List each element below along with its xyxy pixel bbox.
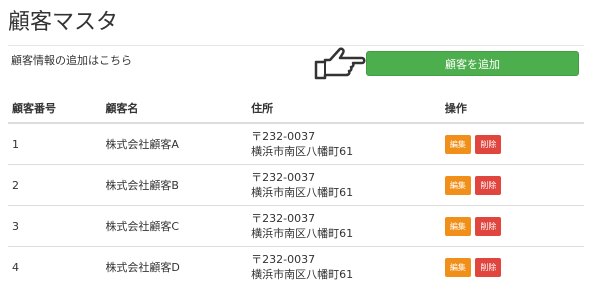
postal-code: 〒232-0037 bbox=[251, 171, 316, 184]
delete-button[interactable]: 削除 bbox=[475, 134, 502, 154]
table-row: 4 株式会社顧客D 〒232-0037 横浜市南区八幡町61 編集 削除 bbox=[8, 246, 584, 287]
table-row: 1 株式会社顧客A 〒232-0037 横浜市南区八幡町61 編集 削除 bbox=[8, 122, 584, 165]
customer-table: 顧客番号 顧客名 住所 操作 1 株式会社顧客A 〒232-0037 横浜市南区… bbox=[8, 94, 584, 287]
row-actions: 編集 削除 bbox=[440, 205, 584, 247]
customer-id: 2 bbox=[8, 164, 102, 206]
customer-id: 1 bbox=[8, 122, 102, 165]
column-header-name: 顧客名 bbox=[101, 94, 248, 124]
row-actions: 編集 削除 bbox=[440, 122, 584, 165]
customer-id: 3 bbox=[8, 205, 102, 247]
add-customer-prompt: 顧客情報の追加はこちら bbox=[11, 54, 132, 67]
page-title: 顧客マスタ bbox=[8, 10, 119, 35]
row-actions: 編集 削除 bbox=[440, 246, 584, 287]
postal-code: 〒232-0037 bbox=[251, 130, 316, 143]
edit-button[interactable]: 編集 bbox=[444, 257, 471, 277]
table-row: 2 株式会社顧客B 〒232-0037 横浜市南区八幡町61 編集 削除 bbox=[8, 164, 584, 206]
table-row: 3 株式会社顧客C 〒232-0037 横浜市南区八幡町61 編集 削除 bbox=[8, 205, 584, 247]
customer-name: 株式会社顧客D bbox=[101, 246, 248, 287]
column-header-id: 顧客番号 bbox=[8, 94, 102, 124]
delete-button[interactable]: 削除 bbox=[475, 175, 502, 195]
postal-code: 〒232-0037 bbox=[251, 212, 316, 225]
pointing-hand-icon bbox=[314, 47, 366, 80]
column-header-actions: 操作 bbox=[440, 94, 584, 124]
customer-name: 株式会社顧客C bbox=[101, 205, 248, 247]
customer-id: 4 bbox=[8, 246, 102, 287]
title-divider bbox=[8, 45, 584, 46]
customer-address: 〒232-0037 横浜市南区八幡町61 bbox=[247, 246, 441, 287]
table-header-row: 顧客番号 顧客名 住所 操作 bbox=[8, 94, 584, 124]
customer-address: 〒232-0037 横浜市南区八幡町61 bbox=[247, 164, 441, 206]
customer-master-page: 顧客マスタ 顧客情報の追加はこちら 顧客を追加 顧客番号 顧客名 住所 操作 1… bbox=[0, 0, 600, 300]
customer-address: 〒232-0037 横浜市南区八幡町61 bbox=[247, 205, 441, 247]
column-header-address: 住所 bbox=[247, 94, 441, 124]
edit-button[interactable]: 編集 bbox=[444, 216, 471, 236]
postal-code: 〒232-0037 bbox=[251, 253, 316, 266]
edit-button[interactable]: 編集 bbox=[444, 134, 471, 154]
customer-name: 株式会社顧客B bbox=[101, 164, 248, 206]
row-actions: 編集 削除 bbox=[440, 164, 584, 206]
delete-button[interactable]: 削除 bbox=[475, 216, 502, 236]
customer-address: 〒232-0037 横浜市南区八幡町61 bbox=[247, 122, 441, 165]
edit-button[interactable]: 編集 bbox=[444, 175, 471, 195]
street-address: 横浜市南区八幡町61 bbox=[251, 186, 354, 199]
add-customer-button[interactable]: 顧客を追加 bbox=[366, 51, 579, 76]
street-address: 横浜市南区八幡町61 bbox=[251, 268, 354, 281]
customer-name: 株式会社顧客A bbox=[101, 122, 248, 165]
street-address: 横浜市南区八幡町61 bbox=[251, 145, 354, 158]
delete-button[interactable]: 削除 bbox=[475, 257, 502, 277]
street-address: 横浜市南区八幡町61 bbox=[251, 227, 354, 240]
